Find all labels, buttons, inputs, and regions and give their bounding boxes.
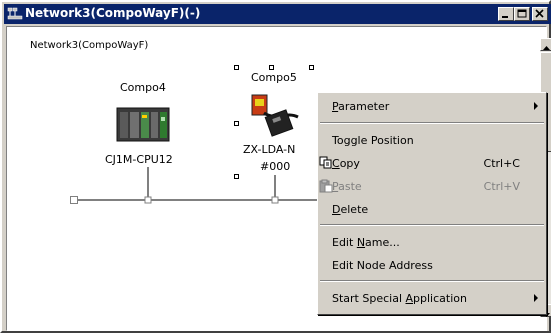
submenu-arrow-icon <box>534 294 538 302</box>
menu-item-edit-node-address[interactable]: Edit Node Address <box>318 255 546 277</box>
menu-item-toggle-position[interactable]: Toggle Position <box>318 130 546 152</box>
menu-separator <box>320 122 544 124</box>
menu-label: ame... <box>365 236 400 249</box>
menu-label: Start Special <box>332 292 406 305</box>
menu-label: pplication <box>413 292 467 305</box>
menu-separator <box>320 280 544 282</box>
selection-handle[interactable] <box>234 65 239 70</box>
scroll-up-button[interactable] <box>540 38 551 51</box>
minimize-icon <box>502 16 508 18</box>
menu-item-start-special-application[interactable]: Start Special Application <box>318 288 546 310</box>
menu-label: arameter <box>338 100 390 113</box>
menu-item-edit-name[interactable]: Edit Name... <box>318 232 546 254</box>
menu-shortcut: Ctrl+C <box>483 157 520 170</box>
mnemonic: A <box>405 292 414 305</box>
minimize-button[interactable] <box>498 7 514 21</box>
maximize-icon <box>517 9 527 18</box>
maximize-button[interactable] <box>514 7 530 21</box>
menu-separator <box>320 224 544 226</box>
menu-item-delete[interactable]: Delete <box>318 199 546 221</box>
context-menu: Parameter Toggle Position Copy Ctrl+C Pa… <box>317 92 547 315</box>
submenu-arrow-icon <box>534 102 538 110</box>
title-bar[interactable]: Network3(CompoWayF)(-) <box>4 4 551 24</box>
menu-label: aste <box>338 180 362 193</box>
network-icon <box>7 7 23 20</box>
selection-handle[interactable] <box>234 121 239 126</box>
network-label: Network3(CompoWayF) <box>30 40 149 51</box>
mnemonic: C <box>332 157 340 170</box>
menu-item-parameter[interactable]: Parameter <box>318 96 546 118</box>
paste-icon <box>319 179 333 193</box>
network-bus-line <box>76 167 320 204</box>
plc-cpu-icon[interactable] <box>116 105 171 145</box>
menu-label: elete <box>340 203 369 216</box>
node-name-compo5: Compo5 <box>251 71 297 84</box>
close-button[interactable] <box>532 7 548 21</box>
selection-handle[interactable] <box>269 65 274 70</box>
window-title: Network3(CompoWayF)(-) <box>25 6 201 20</box>
menu-label: opy <box>339 157 360 170</box>
menu-shortcut: Ctrl+V <box>483 180 520 193</box>
node-model-compo4: CJ1M-CPU12 <box>105 153 173 166</box>
menu-item-paste[interactable]: Paste Ctrl+V <box>318 176 546 198</box>
menu-label: Edit Node Address <box>332 259 433 272</box>
menu-label: Edit <box>332 236 357 249</box>
bus-terminator[interactable] <box>70 196 78 204</box>
menu-label: Toggle Position <box>332 134 414 147</box>
node-name-compo4: Compo4 <box>120 81 166 94</box>
menu-item-copy[interactable]: Copy Ctrl+C <box>318 153 546 175</box>
copy-icon <box>319 156 332 169</box>
sensor-amplifier-icon[interactable] <box>246 87 302 142</box>
app-window: Network3(CompoWayF)(-) Network3(CompoWay… <box>0 0 551 333</box>
selection-handle[interactable] <box>309 65 314 70</box>
close-icon <box>535 9 544 18</box>
node-model-compo5: ZX-LDA-N <box>243 143 296 156</box>
mnemonic: N <box>356 236 366 249</box>
